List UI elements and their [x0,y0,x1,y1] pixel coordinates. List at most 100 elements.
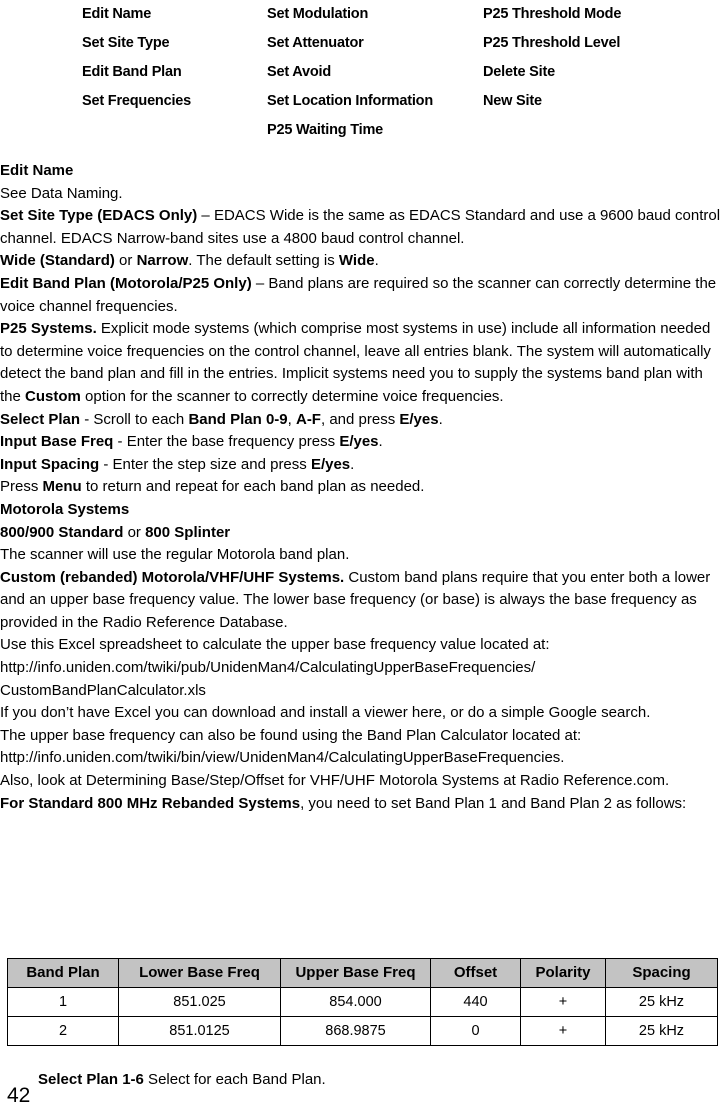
label-select-plan: Select Plan [0,410,81,428]
label-input-base-eyes-key: E/yes [339,433,379,451]
column-header-band-plan: Band Plan [7,958,119,988]
paragraph-select-plan-1-6: Select Plan 1-6 Select for each Band Pla… [38,1069,326,1091]
text-wide-mid: or [114,252,137,270]
label-input-spacing-eyes-key: E/yes [310,455,351,473]
label-p25-systems: P25 Systems. [0,320,97,338]
label-edit-band-plan: Edit Band Plan (Motorola/P25 Only) [0,274,252,292]
label-custom-rebanded: Custom (rebanded) Motorola/VHF/UHF Syste… [0,568,345,586]
menu-item-p25-threshold-level[interactable]: P25 Threshold Level [483,29,713,58]
page-number: 42 [7,1084,31,1107]
text-input-base-period: . [378,433,383,451]
text-wide-period: . [374,252,379,270]
menu-column-3: P25 Threshold Mode P25 Threshold Level D… [483,0,713,145]
menu-column-1: Edit Name Set Site Type Edit Band Plan S… [82,0,262,145]
text-wide-tail: . The default setting is [188,252,339,270]
paragraph-band-plan-calculator: The upper base frequency can also be fou… [0,726,582,767]
menu-item-set-site-type[interactable]: Set Site Type [82,29,262,58]
paragraph-edit-name-body: See Data Naming. [0,184,123,202]
label-custom-option: Custom [25,387,81,405]
menu-item-p25-waiting-time[interactable]: P25 Waiting Time [267,116,479,145]
label-800-splinter: 800 Splinter [145,523,231,541]
paragraph-also-look: Also, look at Determining Base/Step/Offs… [0,772,670,790]
table-row: 2 851.0125 868.9875 0 + 25 kHz [7,1016,718,1046]
menu-item-delete-site[interactable]: Delete Site [483,58,713,87]
cell-lower-base-freq: 851.0125 [118,1016,281,1046]
label-narrow: Narrow [136,252,189,270]
menu-item-edit-name[interactable]: Edit Name [82,0,262,29]
menu-item-set-location-information[interactable]: Set Location Information [267,87,479,116]
cell-offset: 440 [430,987,521,1017]
paragraph-no-excel: If you don’t have Excel you can download… [0,704,651,722]
cell-lower-base-freq: 851.025 [118,987,281,1017]
paragraph-input-base-freq: Input Base Freq - Enter the base frequen… [0,431,724,454]
heading-edit-name: Edit Name [0,160,724,183]
label-set-site-type: Set Site Type (EDACS Only) [0,207,198,225]
text-press-menu-pre: Press [0,478,43,496]
text-p25-systems-body-2: option for the scanner to correctly dete… [80,387,504,405]
menu-column-2: Set Modulation Set Attenuator Set Avoid … [267,0,479,145]
paragraph-set-site-type: Set Site Type (EDACS Only) – EDACS Wide … [0,205,724,250]
text-select-plan-comma: , [287,410,296,428]
paragraph-edit-band-plan: Edit Band Plan (Motorola/P25 Only) – Ban… [0,273,724,318]
column-header-polarity: Polarity [520,958,606,988]
cell-upper-base-freq: 854.000 [280,987,431,1017]
menu-item-set-avoid[interactable]: Set Avoid [267,58,479,87]
cell-band-plan: 1 [7,987,119,1017]
text-select-plan-1-6-body: Select for each Band Plan. [143,1071,326,1088]
text-input-spacing-period: . [350,455,355,473]
band-plan-table: Band Plan Lower Base Freq Upper Base Fre… [7,958,718,1046]
paragraph-press-menu: Press Menu to return and repeat for each… [0,476,724,499]
label-eyes-key: E/yes [399,410,439,428]
menu-item-new-site[interactable]: New Site [483,87,713,116]
text-select-plan-mid-2: , and press [320,410,400,428]
label-800900-standard: 800/900 Standard [0,523,124,541]
table-header-row: Band Plan Lower Base Freq Upper Base Fre… [7,958,718,988]
label-input-base-freq: Input Base Freq [0,433,114,451]
paragraph-custom-rebanded: Custom (rebanded) Motorola/VHF/UHF Syste… [0,567,724,635]
paragraph-select-plan: Select Plan - Scroll to each Band Plan 0… [0,409,724,432]
label-for-standard-800: For Standard 800 MHz Rebanded Systems [0,794,301,812]
heading-motorola-systems-text: Motorola Systems [0,500,130,518]
cell-polarity: + [520,987,606,1017]
cell-upper-base-freq: 868.9875 [280,1016,431,1046]
document-body: Edit Name See Data Naming. Set Site Type… [0,160,724,815]
menu-item-set-modulation[interactable]: Set Modulation [267,0,479,29]
text-input-spacing-mid: - Enter the step size and press [99,455,311,473]
paragraph-wide-narrow: Wide (Standard) or Narrow. The default s… [0,250,724,273]
text-standard-mid: or [123,523,146,541]
heading-motorola-systems: Motorola Systems [0,499,724,522]
label-select-plan-1-6: Select Plan 1-6 [38,1071,144,1088]
cell-polarity: + [520,1016,606,1046]
label-input-spacing: Input Spacing [0,455,100,473]
menu-item-edit-band-plan[interactable]: Edit Band Plan [82,58,262,87]
paragraph-800900-standard: 800/900 Standard or 800 Splinter [0,522,724,545]
text-select-plan-mid-1: - Scroll to each [80,410,189,428]
label-band-plan-range: Band Plan 0-9 [188,410,288,428]
paragraph-regular-band-plan: The scanner will use the regular Motorol… [0,546,350,564]
cell-spacing: 25 kHz [605,1016,718,1046]
menu-item-p25-threshold-mode[interactable]: P25 Threshold Mode [483,0,713,29]
cell-band-plan: 2 [7,1016,119,1046]
paragraph-for-standard-800: For Standard 800 MHz Rebanded Systems, y… [0,793,724,816]
label-wide-standard: Wide (Standard) [0,252,115,270]
table-row: 1 851.025 854.000 440 + 25 kHz [7,987,718,1017]
paragraph-excel-spreadsheet: Use this Excel spreadsheet to calculate … [0,636,550,699]
cell-offset: 0 [430,1016,521,1046]
column-header-upper-base-freq: Upper Base Freq [280,958,431,988]
band-plan-table-container: Band Plan Lower Base Freq Upper Base Fre… [7,958,718,1046]
text-select-plan-period: . [438,410,443,428]
label-menu-key: Menu [42,478,82,496]
heading-edit-name-text: Edit Name [0,162,74,179]
label-band-plan-af: A-F [295,410,321,428]
text-input-base-mid: - Enter the base frequency press [113,433,340,451]
cell-spacing: 25 kHz [605,987,718,1017]
paragraph-input-spacing: Input Spacing - Enter the step size and … [0,454,724,477]
column-header-offset: Offset [430,958,521,988]
text-for-standard-body: , you need to set Band Plan 1 and Band P… [300,794,687,812]
menu-item-set-frequencies[interactable]: Set Frequencies [82,87,262,116]
site-menu-options-grid: Edit Name Set Site Type Edit Band Plan S… [0,0,724,145]
column-header-spacing: Spacing [605,958,718,988]
column-header-lower-base-freq: Lower Base Freq [118,958,281,988]
text-press-menu-post: to return and repeat for each band plan … [81,478,425,496]
menu-item-set-attenuator[interactable]: Set Attenuator [267,29,479,58]
